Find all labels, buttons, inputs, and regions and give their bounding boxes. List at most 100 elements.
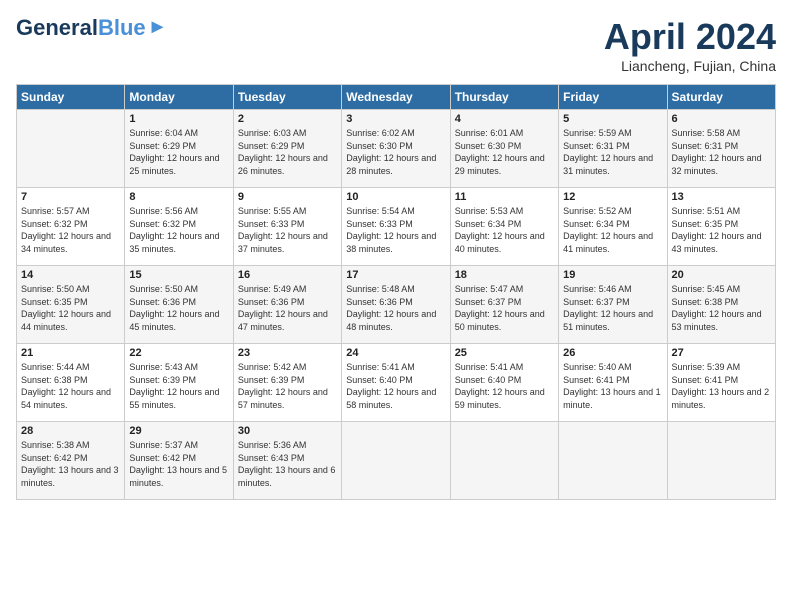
day-cell: 7 Sunrise: 5:57 AMSunset: 6:32 PMDaylight… bbox=[17, 188, 125, 266]
day-number: 19 bbox=[563, 269, 662, 281]
day-info: Sunrise: 5:51 AMSunset: 6:35 PMDaylight:… bbox=[672, 205, 771, 255]
logo-text: GeneralBlue bbox=[16, 17, 146, 39]
day-number: 10 bbox=[346, 191, 445, 203]
day-cell: 13 Sunrise: 5:51 AMSunset: 6:35 PMDayligh… bbox=[667, 188, 775, 266]
day-number: 13 bbox=[672, 191, 771, 203]
day-number: 11 bbox=[455, 191, 554, 203]
day-info: Sunrise: 6:03 AMSunset: 6:29 PMDaylight:… bbox=[238, 127, 337, 177]
day-cell: 1Sunrise: 6:04 AMSunset: 6:29 PMDaylight… bbox=[125, 110, 233, 188]
day-info: Sunrise: 5:55 AMSunset: 6:33 PMDaylight:… bbox=[238, 205, 337, 255]
day-number: 4 bbox=[455, 113, 554, 125]
day-number: 3 bbox=[346, 113, 445, 125]
day-info: Sunrise: 5:41 AMSunset: 6:40 PMDaylight:… bbox=[455, 361, 554, 411]
header: GeneralBlue ► April 2024 Liancheng, Fuji… bbox=[16, 16, 776, 74]
day-cell: 20Sunrise: 5:45 AMSunset: 6:38 PMDayligh… bbox=[667, 266, 775, 344]
day-cell: 4 Sunrise: 6:01 AMSunset: 6:30 PMDaylight… bbox=[450, 110, 558, 188]
weekday-header-saturday: Saturday bbox=[667, 85, 775, 110]
day-info: Sunrise: 5:44 AMSunset: 6:38 PMDaylight:… bbox=[21, 361, 120, 411]
day-info: Sunrise: 5:37 AMSunset: 6:42 PMDaylight:… bbox=[129, 439, 228, 489]
day-cell bbox=[667, 422, 775, 500]
day-info: Sunrise: 5:46 AMSunset: 6:37 PMDaylight:… bbox=[563, 283, 662, 333]
weekday-header-sunday: Sunday bbox=[17, 85, 125, 110]
week-row-1: 1Sunrise: 6:04 AMSunset: 6:29 PMDaylight… bbox=[17, 110, 776, 188]
day-number: 26 bbox=[563, 347, 662, 359]
day-cell: 30 Sunrise: 5:36 AMSunset: 6:43 PMDayligh… bbox=[233, 422, 341, 500]
day-info: Sunrise: 5:41 AMSunset: 6:40 PMDaylight:… bbox=[346, 361, 445, 411]
day-number: 17 bbox=[346, 269, 445, 281]
day-info: Sunrise: 5:54 AMSunset: 6:33 PMDaylight:… bbox=[346, 205, 445, 255]
day-cell bbox=[17, 110, 125, 188]
day-number: 8 bbox=[129, 191, 228, 203]
day-number: 24 bbox=[346, 347, 445, 359]
day-info: Sunrise: 5:38 AMSunset: 6:42 PMDaylight:… bbox=[21, 439, 120, 489]
day-cell: 25 Sunrise: 5:41 AMSunset: 6:40 PMDayligh… bbox=[450, 344, 558, 422]
weekday-header-friday: Friday bbox=[559, 85, 667, 110]
day-cell: 9Sunrise: 5:55 AMSunset: 6:33 PMDaylight… bbox=[233, 188, 341, 266]
day-info: Sunrise: 5:40 AMSunset: 6:41 PMDaylight:… bbox=[563, 361, 662, 411]
day-info: Sunrise: 5:48 AMSunset: 6:36 PMDaylight:… bbox=[346, 283, 445, 333]
weekday-header-monday: Monday bbox=[125, 85, 233, 110]
day-cell: 22 Sunrise: 5:43 AMSunset: 6:39 PMDayligh… bbox=[125, 344, 233, 422]
day-cell: 8 Sunrise: 5:56 AMSunset: 6:32 PMDaylight… bbox=[125, 188, 233, 266]
day-info: Sunrise: 5:53 AMSunset: 6:34 PMDaylight:… bbox=[455, 205, 554, 255]
weekday-header-thursday: Thursday bbox=[450, 85, 558, 110]
day-cell: 29Sunrise: 5:37 AMSunset: 6:42 PMDayligh… bbox=[125, 422, 233, 500]
weekday-header-row: SundayMondayTuesdayWednesdayThursdayFrid… bbox=[17, 85, 776, 110]
day-cell: 16Sunrise: 5:49 AMSunset: 6:36 PMDayligh… bbox=[233, 266, 341, 344]
day-info: Sunrise: 5:59 AMSunset: 6:31 PMDaylight:… bbox=[563, 127, 662, 177]
day-cell: 6Sunrise: 5:58 AMSunset: 6:31 PMDaylight… bbox=[667, 110, 775, 188]
day-number: 5 bbox=[563, 113, 662, 125]
day-cell: 23Sunrise: 5:42 AMSunset: 6:39 PMDayligh… bbox=[233, 344, 341, 422]
day-number: 28 bbox=[21, 425, 120, 437]
day-cell bbox=[342, 422, 450, 500]
location-subtitle: Liancheng, Fujian, China bbox=[604, 58, 776, 74]
day-cell: 27 Sunrise: 5:39 AMSunset: 6:41 PMDayligh… bbox=[667, 344, 775, 422]
day-cell: 26 Sunrise: 5:40 AMSunset: 6:41 PMDayligh… bbox=[559, 344, 667, 422]
week-row-2: 7 Sunrise: 5:57 AMSunset: 6:32 PMDaylight… bbox=[17, 188, 776, 266]
day-number: 18 bbox=[455, 269, 554, 281]
day-number: 7 bbox=[21, 191, 120, 203]
day-info: Sunrise: 5:57 AMSunset: 6:32 PMDaylight:… bbox=[21, 205, 120, 255]
day-number: 21 bbox=[21, 347, 120, 359]
day-cell bbox=[450, 422, 558, 500]
week-row-4: 21 Sunrise: 5:44 AMSunset: 6:38 PMDayligh… bbox=[17, 344, 776, 422]
day-info: Sunrise: 5:47 AMSunset: 6:37 PMDaylight:… bbox=[455, 283, 554, 333]
day-cell: 28 Sunrise: 5:38 AMSunset: 6:42 PMDayligh… bbox=[17, 422, 125, 500]
main-container: GeneralBlue ► April 2024 Liancheng, Fuji… bbox=[0, 0, 792, 508]
day-info: Sunrise: 5:50 AMSunset: 6:36 PMDaylight:… bbox=[129, 283, 228, 333]
day-cell: 19 Sunrise: 5:46 AMSunset: 6:37 PMDayligh… bbox=[559, 266, 667, 344]
week-row-5: 28 Sunrise: 5:38 AMSunset: 6:42 PMDayligh… bbox=[17, 422, 776, 500]
logo: GeneralBlue ► bbox=[16, 16, 167, 39]
day-cell: 15 Sunrise: 5:50 AMSunset: 6:36 PMDayligh… bbox=[125, 266, 233, 344]
day-number: 6 bbox=[672, 113, 771, 125]
day-cell: 12 Sunrise: 5:52 AMSunset: 6:34 PMDayligh… bbox=[559, 188, 667, 266]
day-cell: 24 Sunrise: 5:41 AMSunset: 6:40 PMDayligh… bbox=[342, 344, 450, 422]
day-number: 30 bbox=[238, 425, 337, 437]
day-number: 22 bbox=[129, 347, 228, 359]
day-cell: 17 Sunrise: 5:48 AMSunset: 6:36 PMDayligh… bbox=[342, 266, 450, 344]
day-number: 2 bbox=[238, 113, 337, 125]
logo-arrow: ► bbox=[148, 16, 168, 39]
day-info: Sunrise: 6:01 AMSunset: 6:30 PMDaylight:… bbox=[455, 127, 554, 177]
day-info: Sunrise: 5:45 AMSunset: 6:38 PMDaylight:… bbox=[672, 283, 771, 333]
day-number: 15 bbox=[129, 269, 228, 281]
week-row-3: 14Sunrise: 5:50 AMSunset: 6:35 PMDayligh… bbox=[17, 266, 776, 344]
day-info: Sunrise: 5:50 AMSunset: 6:35 PMDaylight:… bbox=[21, 283, 120, 333]
day-cell: 2 Sunrise: 6:03 AMSunset: 6:29 PMDaylight… bbox=[233, 110, 341, 188]
day-number: 1 bbox=[129, 113, 228, 125]
day-number: 23 bbox=[238, 347, 337, 359]
day-number: 25 bbox=[455, 347, 554, 359]
day-number: 16 bbox=[238, 269, 337, 281]
day-cell: 11 Sunrise: 5:53 AMSunset: 6:34 PMDayligh… bbox=[450, 188, 558, 266]
weekday-header-wednesday: Wednesday bbox=[342, 85, 450, 110]
day-cell: 5 Sunrise: 5:59 AMSunset: 6:31 PMDaylight… bbox=[559, 110, 667, 188]
day-info: Sunrise: 5:43 AMSunset: 6:39 PMDaylight:… bbox=[129, 361, 228, 411]
day-info: Sunrise: 6:02 AMSunset: 6:30 PMDaylight:… bbox=[346, 127, 445, 177]
day-number: 27 bbox=[672, 347, 771, 359]
day-info: Sunrise: 5:52 AMSunset: 6:34 PMDaylight:… bbox=[563, 205, 662, 255]
day-info: Sunrise: 5:36 AMSunset: 6:43 PMDaylight:… bbox=[238, 439, 337, 489]
day-info: Sunrise: 5:56 AMSunset: 6:32 PMDaylight:… bbox=[129, 205, 228, 255]
title-block: April 2024 Liancheng, Fujian, China bbox=[604, 16, 776, 74]
day-info: Sunrise: 5:39 AMSunset: 6:41 PMDaylight:… bbox=[672, 361, 771, 411]
day-number: 12 bbox=[563, 191, 662, 203]
